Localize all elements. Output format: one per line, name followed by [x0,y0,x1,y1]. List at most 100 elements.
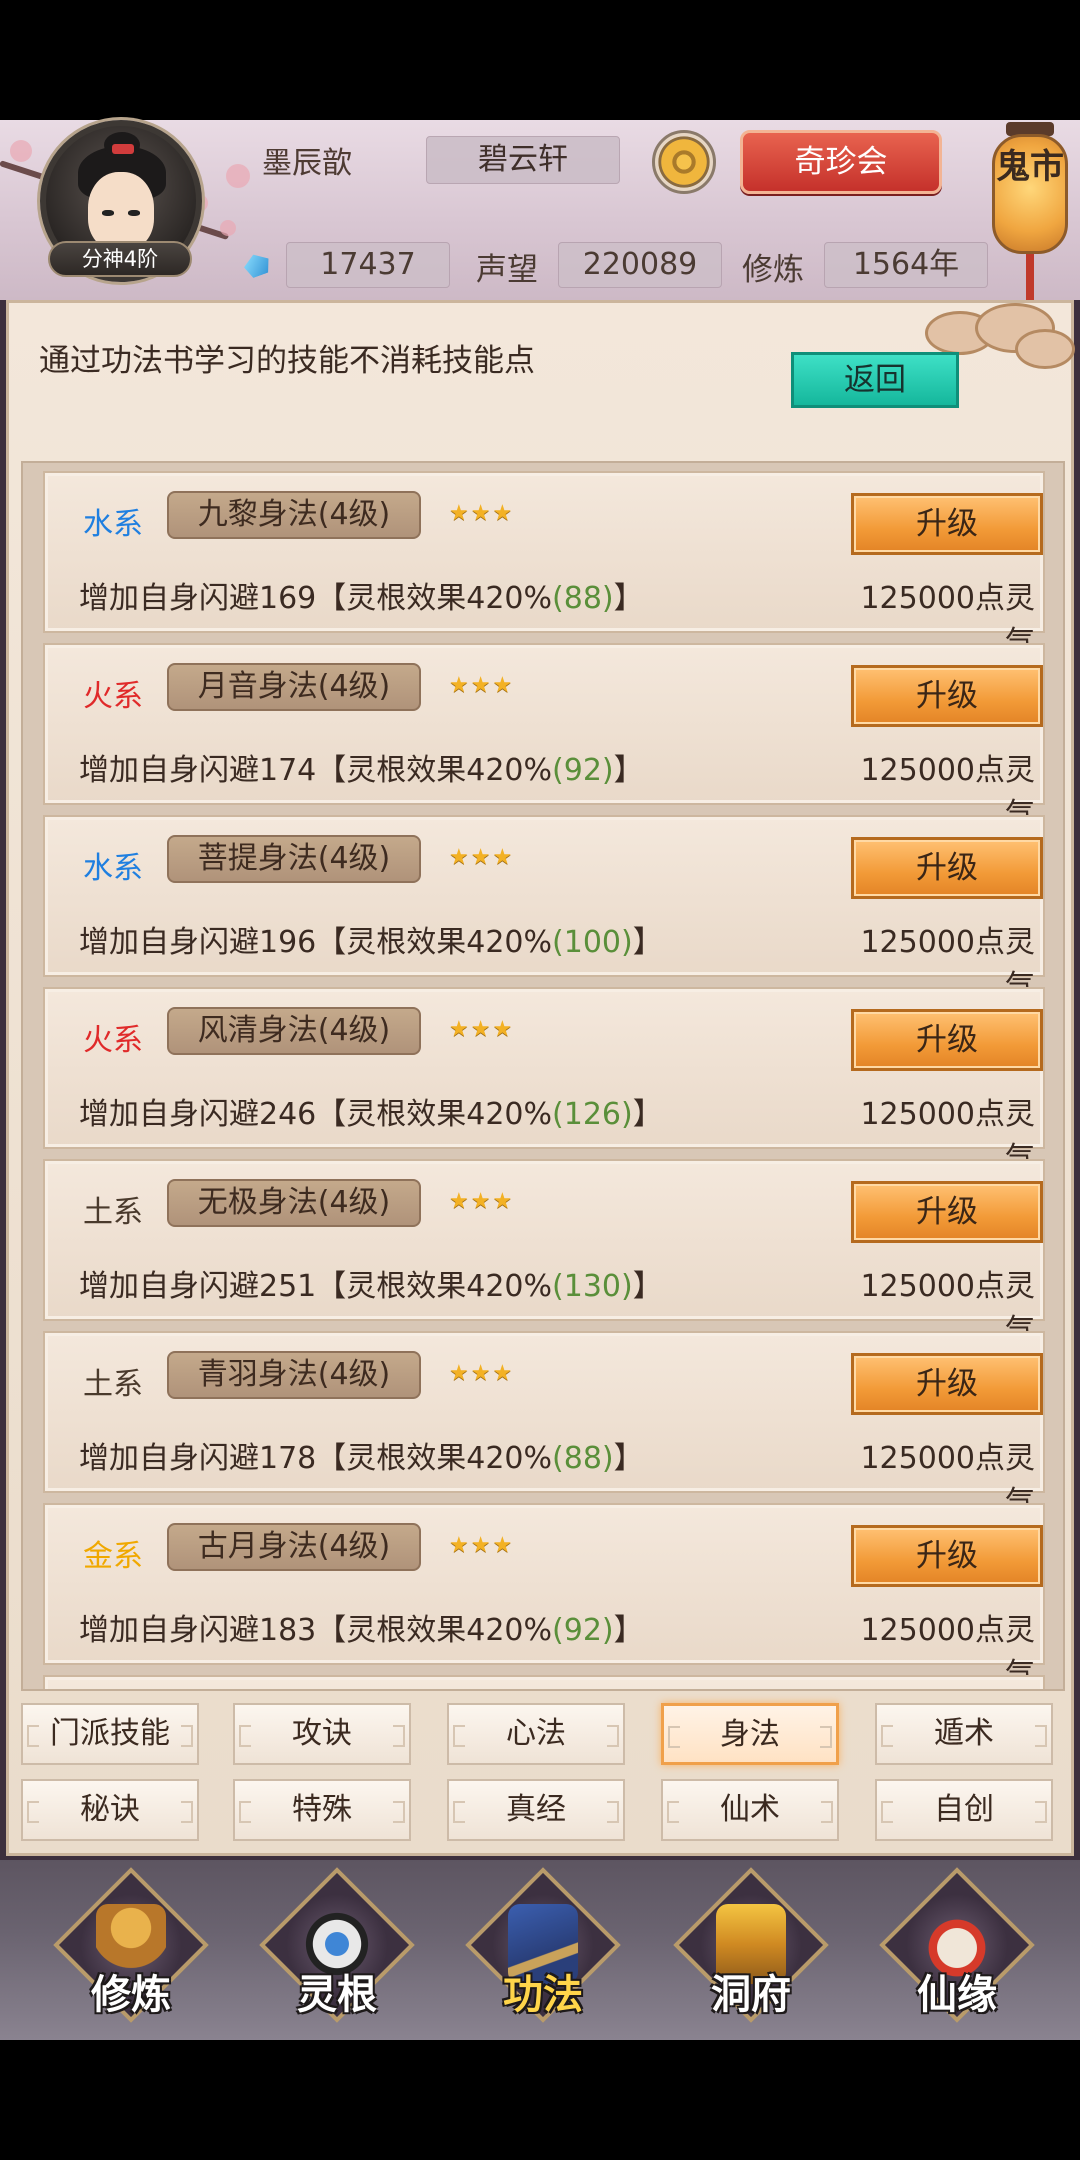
element-label: 火系 [83,679,143,714]
nav-cave-dwelling[interactable]: 洞府 [673,1867,829,2030]
upgrade-button[interactable]: 升级 [851,837,1043,899]
avatar-crown [112,144,134,154]
avatar-eye [102,210,114,216]
skill-name: 菩提身法(4级) [167,835,421,883]
effect-close: 】 [632,1269,663,1304]
upgrade-button[interactable]: 升级 [851,1353,1043,1415]
effect-text: 增加自身闪避196【灵根效果420% [79,925,553,960]
skill-name: 月音身法(4级) [167,663,421,711]
star-rating-icon: ★★★ [449,1017,515,1042]
tab-9[interactable]: 仙术 [661,1779,839,1841]
nav-label: 灵根 [297,1972,377,2018]
skill-effect: 增加自身闪避174【灵根效果420%(92)】 [79,745,644,789]
tab-4[interactable]: 身法 [661,1703,839,1765]
top-letterbox [0,0,1080,120]
upgrade-button[interactable]: 升级 [851,1009,1043,1071]
cultivation-value: 1564年 [824,242,988,288]
nav-technique-book[interactable]: 功法 [465,1867,621,2030]
element-label: 水系 [83,507,143,542]
skill-card: 土系 无极身法(4级) ★★★ 升级 增加自身闪避251【灵根效果420%(130)】 1… [43,1159,1045,1348]
skill-card: 土系 青羽身法(4级) ★★★ 升级 增加自身闪避178【灵根效果420%(88)】 12… [43,1331,1045,1520]
tab-10[interactable]: 自创 [875,1779,1053,1841]
effect-bonus: (100) [552,925,633,960]
element-label: 水系 [83,851,143,886]
skill-name: 九黎身法(4级) [167,491,421,539]
effect-bonus: (126) [552,1097,633,1132]
treasure-fair-button[interactable]: 奇珍会 [740,130,942,194]
ghost-market-lantern[interactable]: 鬼市 [988,118,1072,300]
bottom-letterbox [0,2040,1080,2160]
effect-close: 】 [632,925,663,960]
skill-effect: 增加自身闪避251【灵根效果420%(130)】 [79,1261,663,1305]
element-label: 金系 [83,1539,143,1574]
lantern-tassel [1026,254,1034,300]
star-rating-icon: ★★★ [449,501,515,526]
tab-3[interactable]: 心法 [447,1703,625,1765]
nav-label: 仙缘 [917,1972,997,2018]
info-text: 通过功法书学习的技能不消耗技能点 [39,343,535,379]
server-name: 碧云轩 [426,136,620,184]
blossom-decoration [220,220,236,236]
blossom-decoration [10,140,32,162]
nav-cultivation[interactable]: 修炼 [53,1867,209,2030]
element-label: 土系 [83,1195,143,1230]
ghost-market-label: 鬼市 [996,147,1064,187]
star-rating-icon: ★★★ [449,673,515,698]
skill-name: 风清身法(4级) [167,1007,421,1055]
upgrade-button[interactable]: 升级 [851,493,1043,555]
upgrade-button[interactable]: 升级 [851,1181,1043,1243]
nav-label: 洞府 [711,1972,791,2018]
star-rating-icon: ★★★ [449,845,515,870]
back-button[interactable]: 返回 [791,352,959,408]
skill-name: 无极身法(4级) [167,1179,421,1227]
upgrade-button[interactable]: 升级 [851,1525,1043,1587]
tab-8[interactable]: 真经 [447,1779,625,1841]
effect-bonus: (130) [552,1269,633,1304]
effect-text: 增加自身闪避251【灵根效果420% [79,1269,553,1304]
star-rating-icon: ★★★ [449,1189,515,1214]
skill-name: 青羽身法(4级) [167,1351,421,1399]
effect-bonus: (88) [552,581,614,616]
tab-5[interactable]: 遁术 [875,1703,1053,1765]
rank-badge: 分神4阶 [48,241,192,277]
reputation-value: 220089 [558,242,722,288]
effect-close: 】 [613,581,644,616]
player-name: 墨辰歆 [262,146,352,181]
avatar-face [88,172,154,250]
skill-name: 古月身法(4级) [167,1523,421,1571]
reputation-label: 声望 [476,252,538,288]
nav-label: 修炼 [91,1972,171,2018]
effect-text: 增加自身闪避169【灵根效果420% [79,581,553,616]
effect-close: 】 [632,1097,663,1132]
nav-label: 功法 [503,1972,583,2018]
effect-text: 增加自身闪避174【灵根效果420% [79,753,553,788]
skill-card: 水系 九黎身法(4级) ★★★ 升级 增加自身闪避169【灵根效果420%(88)】 12… [43,471,1045,660]
skill-effect: 增加自身闪避196【灵根效果420%(100)】 [79,917,663,961]
tab-2[interactable]: 攻诀 [233,1703,411,1765]
tab-7[interactable]: 特殊 [233,1779,411,1841]
skill-effect: 增加自身闪避178【灵根效果420%(88)】 [79,1433,644,1477]
star-rating-icon: ★★★ [449,1361,515,1386]
technique-panel: 通过功法书学习的技能不消耗技能点 返回 水系 九黎身法(4级) ★★★ 升级 增加自身闪… [0,300,1080,1860]
skill-card: 火系 月音身法(4级) ★★★ 升级 增加自身闪避174【灵根效果420%(92)】 12… [43,643,1045,832]
effect-close: 】 [613,1441,644,1476]
avatar-eye [128,210,140,216]
star-rating-icon: ★★★ [449,1533,515,1558]
settings-gear-icon[interactable] [652,130,716,194]
jade-amount: 17437 [286,242,450,288]
tab-6[interactable]: 秘诀 [21,1779,199,1841]
upgrade-button[interactable]: 升级 [851,665,1043,727]
effect-bonus: (92) [552,753,614,788]
skill-list[interactable]: 水系 九黎身法(4级) ★★★ 升级 增加自身闪避169【灵根效果420%(88)】 12… [21,461,1065,1691]
skill-effect: 增加自身闪避246【灵根效果420%(126)】 [79,1089,663,1133]
nav-spirit-root[interactable]: 灵根 [259,1867,415,2030]
skill-effect: 增加自身闪避183【灵根效果420%(92)】 [79,1605,644,1649]
tab-1[interactable]: 门派技能 [21,1703,199,1765]
panel-inner: 通过功法书学习的技能不消耗技能点 返回 水系 九黎身法(4级) ★★★ 升级 增加自身闪… [6,300,1075,1856]
skill-card: 水系 菩提身法(4级) ★★★ 升级 增加自身闪避196【灵根效果420%(100)】 1… [43,815,1045,1004]
bottom-nav: 修炼 灵根 功法 洞府 仙缘 [0,1860,1080,2040]
nav-immortal-fate[interactable]: 仙缘 [879,1867,1035,2030]
element-label: 火系 [83,1023,143,1058]
effect-bonus: (88) [552,1441,614,1476]
cultivation-label: 修炼 [742,252,804,288]
